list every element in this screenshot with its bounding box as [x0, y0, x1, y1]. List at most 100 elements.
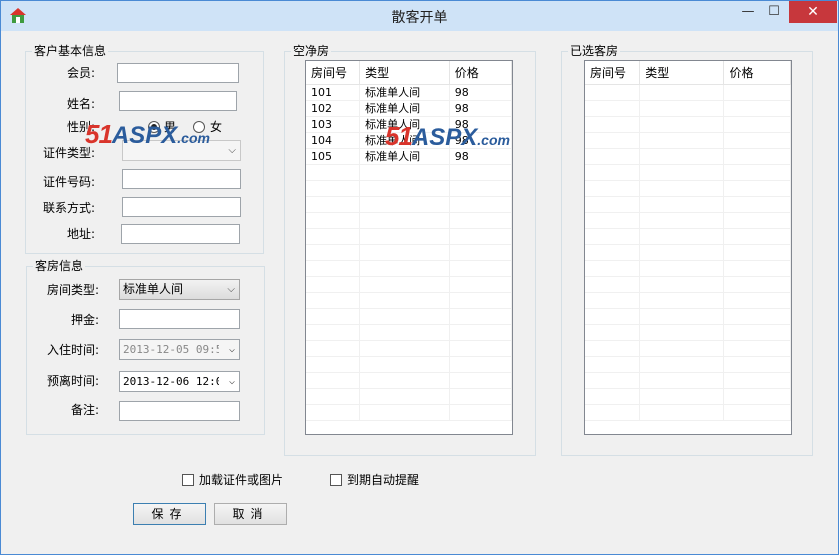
vacant-room-row[interactable]: 105 标准单人间 98 — [306, 148, 512, 165]
load-id-checkbox[interactable] — [182, 474, 194, 486]
selected-room-cell — [723, 84, 791, 101]
maximize-button[interactable]: ☐ — [763, 1, 785, 23]
vacant-room-row[interactable]: 103 标准单人间 98 — [306, 116, 512, 133]
selected-room-row[interactable] — [585, 356, 791, 373]
title-bar[interactable]: 散客开单 — ☐ ✕ — [1, 1, 838, 31]
gender-male-radio[interactable] — [148, 121, 160, 133]
vacant-room-row[interactable] — [306, 308, 512, 325]
contact-input[interactable] — [122, 197, 241, 217]
selected-room-row[interactable] — [585, 84, 791, 101]
selected-room-row[interactable] — [585, 292, 791, 309]
note-label: 备注: — [70, 403, 99, 417]
note-input[interactable] — [119, 401, 240, 421]
id-type-label: 证件类型: — [42, 146, 95, 160]
vacant-room-row[interactable] — [306, 404, 512, 421]
selected-room-row[interactable] — [585, 132, 791, 149]
vacant-room-column-header[interactable]: 价格 — [449, 61, 512, 85]
selected-room-row[interactable] — [585, 164, 791, 181]
close-button[interactable]: ✕ — [789, 1, 837, 23]
selected-room-cell — [585, 212, 641, 229]
vacant-rooms-label: 空净房 — [291, 44, 332, 58]
selected-room-row[interactable] — [585, 228, 791, 245]
vacant-room-cell — [306, 180, 361, 197]
selected-room-cell — [585, 132, 641, 149]
vacant-room-row[interactable]: 101 标准单人间 98 — [306, 84, 512, 101]
vacant-room-column-header[interactable]: 类型 — [359, 61, 450, 85]
vacant-room-row[interactable] — [306, 244, 512, 261]
vacant-room-cell — [306, 356, 361, 373]
chevron-down-icon: ⌵ — [228, 376, 235, 387]
address-input[interactable] — [121, 224, 240, 244]
selected-room-cell — [585, 260, 641, 277]
selected-room-row[interactable] — [585, 116, 791, 133]
deposit-input[interactable] — [119, 309, 240, 329]
gender-female-radio[interactable] — [193, 121, 205, 133]
vacant-room-row[interactable] — [306, 388, 512, 405]
vacant-room-cell — [306, 164, 361, 181]
selected-room-cell — [639, 308, 725, 325]
selected-rooms-grid[interactable]: 房间号 类型 价格 — [584, 60, 792, 435]
selected-room-row[interactable] — [585, 404, 791, 421]
room-type-select[interactable]: 标准单人间 ⌵ — [119, 279, 240, 300]
vacant-room-row[interactable] — [306, 228, 512, 245]
vacant-room-row[interactable] — [306, 260, 512, 277]
selected-room-row[interactable] — [585, 148, 791, 165]
selected-room-header-row: 房间号 类型 价格 — [585, 61, 791, 85]
selected-room-row[interactable] — [585, 388, 791, 405]
vacant-room-cell — [306, 276, 361, 293]
vacant-room-row[interactable] — [306, 356, 512, 373]
selected-room-column-header[interactable]: 房间号 — [585, 61, 641, 85]
vacant-room-row[interactable]: 104 标准单人间 98 — [306, 132, 512, 149]
vacant-room-cell — [449, 404, 512, 421]
save-button[interactable]: 保存 — [133, 503, 206, 525]
vacant-room-row[interactable] — [306, 164, 512, 181]
vacant-room-row[interactable] — [306, 324, 512, 341]
selected-room-row[interactable] — [585, 372, 791, 389]
selected-room-cell — [723, 340, 791, 357]
vacant-room-row[interactable] — [306, 196, 512, 213]
selected-room-row[interactable] — [585, 308, 791, 325]
cancel-button[interactable]: 取消 — [214, 503, 287, 525]
selected-room-cell — [723, 260, 791, 277]
selected-room-cell — [723, 292, 791, 309]
checkin-datetime-picker[interactable]: 2013-12-05 09:5 ⌵ — [119, 339, 240, 360]
selected-room-row[interactable] — [585, 244, 791, 261]
checkin-label: 入住时间: — [46, 343, 99, 357]
selected-room-column-header[interactable]: 类型 — [639, 61, 725, 85]
auto-remind-checkbox[interactable] — [330, 474, 342, 486]
vacant-room-row[interactable] — [306, 340, 512, 357]
minimize-button[interactable]: — — [737, 1, 759, 23]
selected-room-cell — [585, 372, 641, 389]
vacant-room-cell — [359, 196, 450, 213]
vacant-room-column-header[interactable]: 房间号 — [306, 61, 361, 85]
checkout-datetime-picker[interactable]: 2013-12-06 12:0 ⌵ — [119, 371, 240, 392]
chevron-down-icon: ⌵ — [228, 344, 235, 355]
vacant-room-row[interactable] — [306, 180, 512, 197]
selected-room-row[interactable] — [585, 100, 791, 117]
selected-room-row[interactable] — [585, 196, 791, 213]
selected-room-row[interactable] — [585, 340, 791, 357]
selected-room-row[interactable] — [585, 276, 791, 293]
vacant-rooms-grid[interactable]: 房间号 类型 价格 101 标准单人间 98 102 标准单人间 98 103 标准单人间 98 104… — [305, 60, 513, 435]
selected-room-cell — [639, 340, 725, 357]
id-number-input[interactable] — [122, 169, 241, 189]
name-input[interactable] — [119, 91, 237, 111]
vacant-room-row[interactable] — [306, 276, 512, 293]
vacant-room-row[interactable] — [306, 292, 512, 309]
selected-room-column-header[interactable]: 价格 — [723, 61, 791, 85]
vacant-room-row[interactable] — [306, 372, 512, 389]
selected-room-row[interactable] — [585, 260, 791, 277]
selected-room-cell — [639, 84, 725, 101]
vacant-room-row[interactable]: 102 标准单人间 98 — [306, 100, 512, 117]
vacant-room-row[interactable] — [306, 212, 512, 229]
selected-room-row[interactable] — [585, 324, 791, 341]
id-number-label: 证件号码: — [42, 175, 95, 189]
vacant-room-cell: 标准单人间 — [359, 100, 450, 117]
member-input[interactable] — [117, 63, 239, 83]
id-type-select[interactable]: ⌵ — [122, 140, 241, 161]
selected-room-cell — [723, 180, 791, 197]
selected-room-row[interactable] — [585, 212, 791, 229]
selected-room-row[interactable] — [585, 180, 791, 197]
selected-room-cell — [585, 292, 641, 309]
main-window: 散客开单 — ☐ ✕ 客户基本信息 会员: 姓名: 性别: 男 女 证件类型: … — [0, 0, 839, 555]
